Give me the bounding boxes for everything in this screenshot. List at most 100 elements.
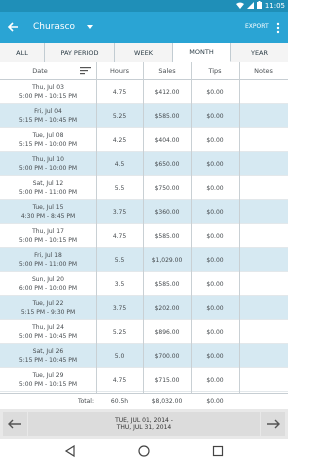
- next-period-button[interactable]: [261, 412, 285, 436]
- row-date-cell: Thu, Jul 03 5:00 PM - 10:15 PM: [0, 80, 96, 104]
- row-time: 5:15 PM - 9:30 PM: [20, 309, 76, 316]
- table-row[interactable]: Thu, Jul 03 5:00 PM - 10:15 PM 4.75 $412.00…: [0, 80, 288, 104]
- row-tips: $0.00: [206, 136, 224, 144]
- tab-label: ALL: [16, 48, 28, 57]
- table-row[interactable]: Tue, Jul 22 5:15 PM - 9:30 PM 3.75 $202.00 $…: [0, 296, 288, 320]
- total-row: Total: 60.5h $8,032.00 $0.00: [0, 393, 288, 409]
- row-tips: $0.00: [206, 232, 224, 240]
- row-hours: 5.5: [114, 256, 125, 264]
- row-sales: $202.00: [154, 304, 180, 312]
- row-time: 5:15 PM - 10:45 PM: [18, 117, 78, 124]
- row-date: Thu, Jul 24: [32, 324, 64, 331]
- job-selector[interactable]: Churasco: [33, 19, 94, 35]
- header-tips[interactable]: Tips: [191, 62, 239, 80]
- table-row[interactable]: Sat, Jul 26 5:15 PM - 10:45 PM 5.0 $700.00 $…: [0, 344, 288, 368]
- row-hours: 5.25: [112, 112, 127, 120]
- row-date-cell: Tue, Jul 08 5:15 PM - 10:00 PM: [0, 128, 96, 152]
- overflow-menu-icon[interactable]: [273, 20, 283, 34]
- row-tips: $0.00: [206, 304, 224, 312]
- row-time: 5:00 PM - 10:45 PM: [18, 333, 78, 340]
- row-date: Sat, Jul 26: [32, 348, 64, 355]
- tab-all[interactable]: ALL: [0, 43, 45, 62]
- table-row[interactable]: Thu, Jul 10 5:00 PM - 10:00 PM 4.5 $650.00 $…: [0, 152, 288, 176]
- table-row[interactable]: Fri, Jul 04 5:15 PM - 10:45 PM 5.25 $585.00…: [0, 104, 288, 128]
- recents-nav-icon[interactable]: [211, 443, 225, 457]
- row-notes: [239, 272, 288, 296]
- tab-week[interactable]: WEEK: [115, 43, 173, 62]
- total-tips: $0.00: [206, 398, 224, 405]
- row-date-cell: Fri, Jul 18 5:00 PM - 11:00 PM: [0, 248, 96, 272]
- row-notes: [239, 128, 288, 152]
- table-row[interactable]: Tue, Jul 15 4:30 PM - 8:45 PM 3.75 $360.00 $…: [0, 200, 288, 224]
- row-sales: $404.00: [154, 136, 180, 144]
- row-hours: 5.5: [114, 184, 125, 192]
- column-divider: [143, 62, 144, 409]
- tab-label: YEAR: [250, 48, 269, 57]
- date-range-button[interactable]: TUE, JUL 01, 2014 - THU, JUL 31, 2014: [28, 412, 260, 436]
- tab-month[interactable]: MONTH: [173, 43, 231, 62]
- row-time: 5:15 PM - 10:00 PM: [18, 141, 78, 148]
- row-time: 6:00 PM - 10:00 PM: [18, 285, 78, 292]
- row-sales: $650.00: [154, 160, 180, 168]
- row-hours: 3.5: [114, 280, 125, 288]
- row-sales: $412.00: [154, 88, 180, 96]
- row-hours: 5.25: [112, 328, 127, 336]
- row-hours: 5.0: [114, 352, 125, 360]
- row-sales: $585.00: [154, 232, 180, 240]
- date-range-start: TUE, JUL 01, 2014 -: [115, 417, 173, 424]
- header-hours[interactable]: Hours: [96, 62, 143, 80]
- tab-year[interactable]: YEAR: [231, 43, 288, 62]
- row-date: Tue, Jul 22: [32, 300, 64, 307]
- sort-icon[interactable]: [80, 67, 91, 75]
- period-tabs: ALL PAY PERIOD WEEK MONTH YEAR: [0, 43, 288, 62]
- shifts-table[interactable]: Date Hours Sales Tips Notes Thu, Jul 03 5…: [0, 62, 288, 409]
- row-tips: $0.00: [206, 328, 224, 336]
- row-notes: [239, 224, 288, 248]
- table-row[interactable]: Fri, Jul 18 5:00 PM - 11:00 PM 5.5 $1,029.0…: [0, 248, 288, 272]
- previous-period-button[interactable]: [3, 412, 27, 436]
- home-nav-icon[interactable]: [137, 443, 151, 457]
- status-bar: 11:05: [0, 0, 288, 12]
- arrow-left-icon: [8, 419, 21, 429]
- row-time: 5:00 PM - 10:15 PM: [18, 93, 78, 100]
- header-notes[interactable]: Notes: [239, 62, 288, 80]
- row-time: 5:00 PM - 10:15 PM: [18, 381, 78, 388]
- tab-label: MONTH: [189, 48, 214, 56]
- export-button[interactable]: EXPORT: [245, 22, 269, 32]
- row-tips: $0.00: [206, 184, 224, 192]
- row-date: Thu, Jul 03: [32, 84, 64, 91]
- row-hours: 4.75: [112, 88, 127, 96]
- column-divider: [239, 62, 240, 409]
- header-sales[interactable]: Sales: [143, 62, 191, 80]
- date-range-bar: TUE, JUL 01, 2014 - THU, JUL 31, 2014: [0, 409, 288, 439]
- dropdown-caret-icon: [87, 25, 94, 29]
- row-date-cell: Tue, Jul 15 4:30 PM - 8:45 PM: [0, 200, 96, 224]
- table-row[interactable]: Tue, Jul 08 5:15 PM - 10:00 PM 4.25 $404.00…: [0, 128, 288, 152]
- table-row[interactable]: Sat, Jul 12 5:00 PM - 11:00 PM 5.5 $750.00 $…: [0, 176, 288, 200]
- row-hours: 4.25: [112, 136, 127, 144]
- row-date: Fri, Jul 04: [34, 108, 62, 115]
- tab-pay-period[interactable]: PAY PERIOD: [45, 43, 115, 62]
- row-notes: [239, 320, 288, 344]
- row-time: 5:00 PM - 10:15 PM: [18, 237, 78, 244]
- row-notes: [239, 176, 288, 200]
- back-arrow-icon[interactable]: [5, 19, 21, 35]
- row-tips: $0.00: [206, 160, 224, 168]
- job-title: Churasco: [33, 22, 76, 32]
- row-sales: $1,029.00: [151, 256, 183, 264]
- header-date[interactable]: Date: [0, 62, 80, 80]
- row-hours: 4.75: [112, 376, 127, 384]
- row-sales: $750.00: [154, 184, 180, 192]
- back-nav-icon[interactable]: [63, 443, 77, 458]
- row-date: Sat, Jul 12: [32, 180, 64, 187]
- row-tips: $0.00: [206, 208, 224, 216]
- table-row[interactable]: Thu, Jul 17 5:00 PM - 10:15 PM 4.75 $585.00…: [0, 224, 288, 248]
- row-tips: $0.00: [206, 280, 224, 288]
- row-sales: $896.00: [154, 328, 180, 336]
- total-hours: 60.5h: [110, 398, 129, 405]
- row-date-cell: Sat, Jul 12 5:00 PM - 11:00 PM: [0, 176, 96, 200]
- row-notes: [239, 344, 288, 368]
- table-row[interactable]: Thu, Jul 24 5:00 PM - 10:45 PM 5.25 $896.00…: [0, 320, 288, 344]
- table-row[interactable]: Sun, Jul 20 6:00 PM - 10:00 PM 3.5 $585.00 $…: [0, 272, 288, 296]
- table-row[interactable]: Tue, Jul 29 5:00 PM - 10:15 PM 4.75 $715.00…: [0, 368, 288, 392]
